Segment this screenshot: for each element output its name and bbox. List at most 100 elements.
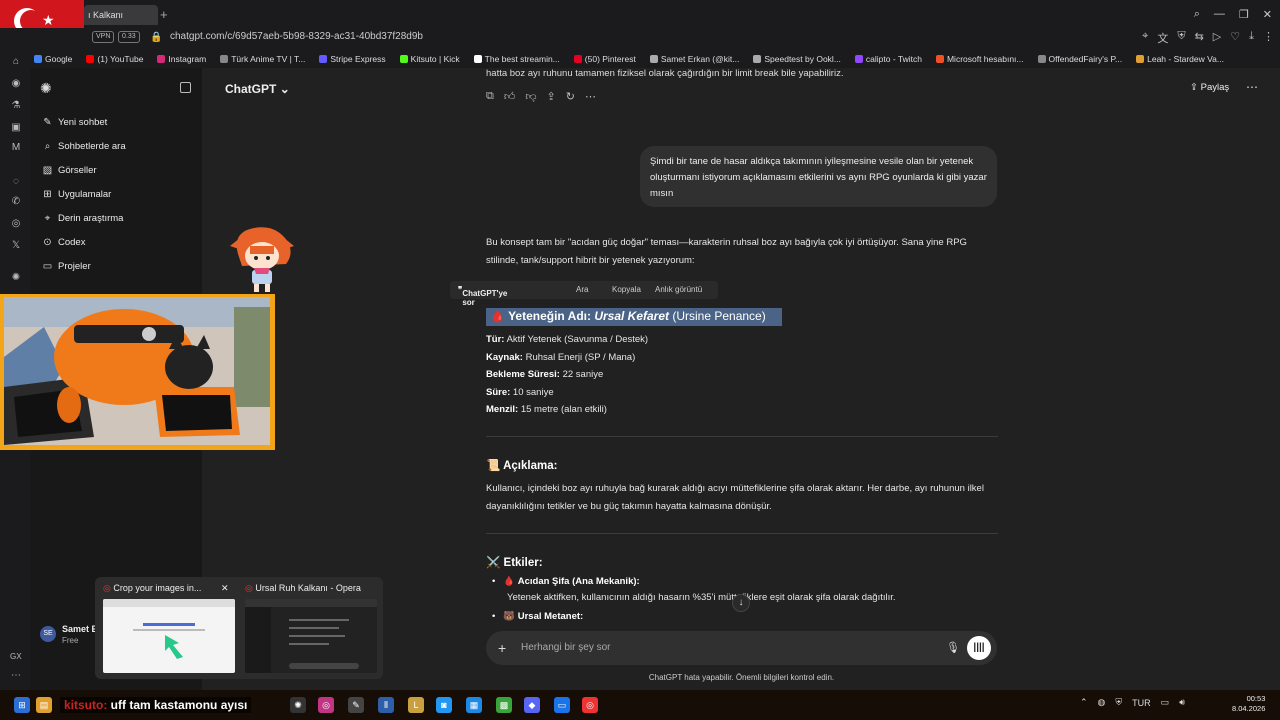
network-icon[interactable]: ◍ [1098,697,1106,708]
bookmark-item[interactable]: Microsoft hesabını... [935,54,1024,64]
bookmark-item[interactable]: Instagram [157,54,206,64]
plus-icon[interactable]: + [498,640,506,656]
messenger-icon[interactable]: ◌ [10,176,22,188]
flask-icon[interactable]: ⚗ [10,100,22,112]
file-explorer-icon[interactable]: ▤ [36,697,52,713]
preview-thumbnail[interactable] [245,599,377,673]
copy-button[interactable]: Kopyala [612,285,641,294]
sidebar-item-yeni-sohbet[interactable]: ✎ Yeni sohbet [42,117,107,128]
app-icon[interactable]: ◙ [436,697,452,713]
thumbs-down-icon[interactable]: 👎︎ [525,90,536,103]
speed-badge[interactable]: 0.33 [118,31,140,43]
url-field[interactable]: chatgpt.com/c/69d57aeb-5b98-8329-ac31-40… [170,31,423,42]
sidebar-item-projeler[interactable]: ▭ Projeler [42,261,91,272]
download-icon[interactable]: ⤓ [1249,30,1254,46]
gmail-icon[interactable]: M [10,142,22,154]
bookmark-item[interactable]: calipto - Twitch [854,54,922,64]
gx-label[interactable]: GX [10,652,22,661]
thumbs-up-icon[interactable]: 👍︎ [504,90,516,103]
search-tabs-icon[interactable]: ⌕ [1194,8,1200,21]
preview-thumbnail[interactable] [103,599,235,673]
store-icon[interactable]: ▦ [466,697,482,713]
snapshot-button[interactable]: Anlık görüntü [655,285,702,294]
opera-taskbar-icon[interactable]: ◎ [582,697,598,713]
openai-logo-icon[interactable]: ✺ [40,80,52,97]
new-tab-button[interactable]: + [160,7,168,22]
translate-icon[interactable]: 文 [1157,30,1168,46]
bookmark-item[interactable]: Stripe Express [319,54,386,64]
display-icon[interactable]: ▭ [1161,697,1170,708]
security-icon[interactable]: ⛨ [1115,697,1122,708]
heart-icon[interactable]: ♡ [1230,30,1240,46]
preview-title[interactable]: ◎ Crop your images in... [103,583,201,594]
sidebar-item-uygulamalar[interactable]: ⊞ Uygulamalar [42,189,111,200]
minecraft-icon[interactable]: ▩ [496,697,512,713]
bookmark-item[interactable]: Google [34,54,72,64]
model-selector[interactable]: ChatGPT ⌄ [225,82,290,96]
chevron-up-icon[interactable]: ⌃ [1080,697,1088,708]
preview-title[interactable]: ◎ Ursal Ruh Kalkanı - Opera [245,583,361,594]
copy-icon[interactable]: ⧉ [486,90,494,103]
app-icon[interactable]: ⫴ [378,697,394,713]
share-button[interactable]: ⇪ Paylaş [1190,82,1229,93]
openai-taskbar-icon[interactable]: ✺ [290,697,306,713]
bookmark-item[interactable]: Leah - Stardew Va... [1136,54,1224,64]
more-options-icon[interactable]: ⋯ [1246,80,1258,94]
sidebar-item-görseller[interactable]: ▨ Görseller [42,165,97,176]
menu-icon[interactable]: ⋮ [1263,30,1274,46]
instagram-taskbar-icon[interactable]: ◎ [318,697,334,713]
bookmark-item[interactable]: (1) YouTube [86,54,143,64]
close-preview-icon[interactable]: ✕ [221,583,229,594]
folder-icon: ▭ [42,261,53,272]
x-icon[interactable]: 𝕏 [10,240,22,252]
bookmark-item[interactable]: Samet Erkan (@kit... [649,54,739,64]
aria-icon[interactable]: ◉ [10,78,22,90]
windows-start-icon[interactable]: ⊞ [14,697,30,713]
sidebar-item-sohbetlerde-ara[interactable]: ⌕ Sohbetlerde ara [42,141,126,152]
bookmark-item[interactable]: Türk Anime TV | T... [220,54,305,64]
app-icon[interactable]: ◆ [524,697,540,713]
chatgpt-icon[interactable]: ✺ [10,272,22,284]
translate-alt-icon[interactable]: ⇆ [1195,30,1204,46]
instagram-icon[interactable]: ◎ [10,218,22,230]
pin-icon[interactable]: ⌖ [1142,30,1148,46]
minimize-icon[interactable]: — [1214,8,1225,21]
league-icon[interactable]: L [408,697,424,713]
browser-tab-active[interactable]: ı Kalkanı [84,5,158,25]
vpn-badge[interactable]: VPN [92,31,115,43]
shield-icon[interactable]: ⛨ [1177,30,1185,46]
share-icon[interactable]: ⇪ [547,90,556,103]
close-window-icon[interactable]: ✕ [1263,8,1272,21]
avatar[interactable]: SE [40,626,56,642]
voice-mode-icon[interactable]: |||| [967,636,991,660]
sidebar-item-codex[interactable]: ⊙ Codex [42,237,85,248]
bookmark-item[interactable]: The best streamin... [473,54,560,64]
bookmark-item[interactable]: (50) Pinterest [573,54,636,64]
mic-icon[interactable]: 🎙︎ [946,641,960,654]
app-icon[interactable]: ▭ [554,697,570,713]
clock[interactable]: 00:53 8.04.2026 [1232,694,1265,714]
lock-icon[interactable]: 🔒 [150,32,162,43]
sidebar-item-derin-araştırma[interactable]: ⌖ Derin araştırma [42,213,124,224]
bookmark-item[interactable]: OffendedFairy's P... [1037,54,1122,64]
prompt-input[interactable]: Herhangi bir şey sor [521,642,610,653]
volume-icon[interactable]: 🔊︎ [1179,697,1185,708]
user-name[interactable]: Samet E [62,624,98,634]
ask-chatgpt-button[interactable]: ❞ ChatGPT'ye sor [458,285,507,307]
maximize-icon[interactable]: ❐ [1239,8,1249,21]
regenerate-icon[interactable]: ↻ [566,90,575,103]
bookmark-item[interactable]: Speedtest by Ookl... [753,54,841,64]
language-indicator[interactable]: TUR [1132,698,1151,708]
play-icon[interactable]: ▷ [1213,30,1221,46]
search-button[interactable]: Ara [576,285,588,294]
bookmark-item[interactable]: Kitsuto | Kick [399,54,460,64]
previous-message-tail: hatta boz ayı ruhunu tamamen fiziksel ol… [486,68,844,79]
gallery-icon[interactable]: ▣ [10,122,22,134]
more-icon[interactable]: ⋯ [585,90,596,103]
more-icon[interactable]: ⋯ [10,670,22,682]
tool-icon[interactable]: ✎ [348,697,364,713]
sidebar-toggle-icon[interactable] [180,82,191,93]
scroll-down-icon[interactable]: ↓ [732,594,750,612]
whatsapp-icon[interactable]: ✆ [10,196,22,208]
home-icon[interactable]: ⌂ [10,56,22,68]
